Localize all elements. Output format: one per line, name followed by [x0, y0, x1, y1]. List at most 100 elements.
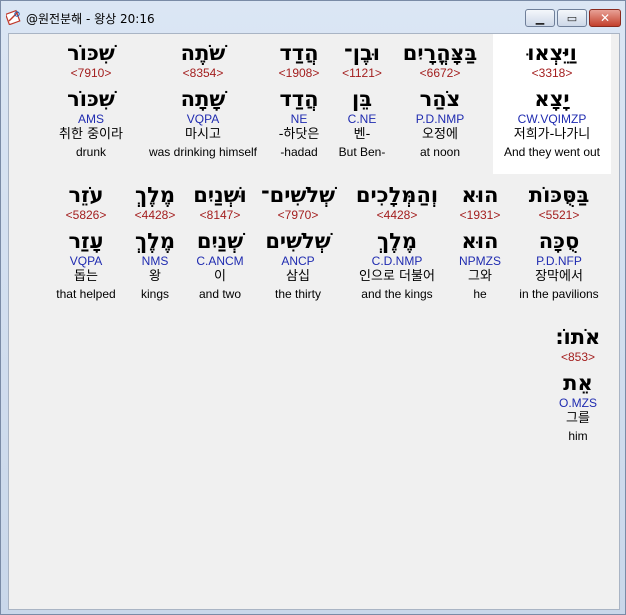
- word-column[interactable]: וְהַמְּלָכִים <4428> מֶלֶךְ C.D.NMP 인으로 …: [347, 182, 447, 302]
- hebrew-surface: וּשְׁנַיִם: [193, 183, 247, 207]
- english-gloss: in the pavilions: [519, 287, 599, 301]
- parse-code: P.D.NMP: [415, 112, 465, 126]
- korean-gloss: 왕: [149, 269, 161, 284]
- hebrew-lemma: מֶלֶךְ: [376, 229, 418, 253]
- korean-gloss: 오정에: [422, 127, 458, 142]
- word-column[interactable]: אֹתוֹ׃ <853> אֵת O.MZS 그를 him: [547, 324, 609, 444]
- parse-code: CW.VQIMZP: [517, 112, 587, 126]
- english-gloss: -hadad: [280, 145, 318, 159]
- parse-code: O.MZS: [559, 396, 597, 410]
- korean-gloss: -하닷은: [278, 127, 320, 142]
- strong-number[interactable]: <7910>: [45, 66, 137, 86]
- korean-gloss: 이: [214, 269, 226, 284]
- english-gloss: But Ben-: [338, 145, 386, 159]
- hebrew-lemma: שְׁלֹשִׁים: [265, 229, 331, 253]
- parse-code: VQPA: [186, 112, 220, 126]
- word-column[interactable]: שֹׁתֶה <8354> שָׁתָה VQPA 마시고 was drinki…: [141, 40, 265, 160]
- strong-number[interactable]: <4428>: [347, 208, 447, 228]
- close-icon: ✕: [599, 11, 611, 25]
- word-column[interactable]: שִׁכּוֹר <7910> שִׁכּוֹר AMS 취한 중이라 drun…: [45, 40, 137, 160]
- english-gloss: him: [568, 429, 588, 443]
- korean-gloss: 인으로 더불어: [359, 269, 435, 284]
- strong-number[interactable]: <1121>: [333, 66, 391, 86]
- hebrew-surface: שֹׁתֶה: [180, 41, 226, 65]
- korean-gloss: 삼십: [286, 269, 310, 284]
- strong-number[interactable]: <8147>: [187, 208, 253, 228]
- english-gloss: And they went out: [503, 145, 601, 159]
- minimize-button[interactable]: ▁: [525, 9, 555, 27]
- hebrew-surface: הוּא: [461, 183, 499, 207]
- word-column[interactable]: הֲדַד <1908> הֲדַד NE -하닷은 -hadad: [267, 40, 331, 160]
- korean-gloss: 벤-: [353, 127, 371, 142]
- strong-number[interactable]: <8354>: [141, 66, 265, 86]
- hebrew-lemma: יָצָא: [534, 87, 570, 111]
- parse-code: NMS: [141, 254, 169, 268]
- close-button[interactable]: ✕: [589, 9, 621, 27]
- hebrew-lemma: מֶלֶךְ: [134, 229, 176, 253]
- hebrew-surface: עֹזֵר: [68, 183, 104, 207]
- english-gloss: that helped: [56, 287, 116, 301]
- strong-number[interactable]: <4428>: [125, 208, 185, 228]
- parse-code: AMS: [77, 112, 104, 126]
- minimize-icon: ▁: [535, 11, 545, 25]
- strong-number[interactable]: <3318>: [493, 66, 611, 86]
- parse-code: ANCP: [281, 254, 315, 268]
- hebrew-surface: בַּסֻּכּוֹת: [528, 183, 590, 207]
- word-column[interactable]: וּשְׁנַיִם <8147> שְׁנַיִם C.ANCM 이 and …: [187, 182, 253, 302]
- strong-number[interactable]: <7970>: [257, 208, 339, 228]
- hebrew-lemma: אֵת: [563, 371, 593, 395]
- english-gloss: drunk: [75, 145, 107, 159]
- app-window: @원전분해 - 왕상 20:16 ▁ ▭ ✕ וַיֵּצְאוּ <3318>…: [0, 0, 626, 615]
- word-column[interactable]: הוּא <1931> הוּא NPMZS 그와 he: [449, 182, 511, 302]
- hebrew-lemma: שָׁתָה: [180, 87, 226, 111]
- strong-number[interactable]: <1931>: [449, 208, 511, 228]
- english-gloss: and the kings: [361, 287, 433, 301]
- parse-code: NE: [290, 112, 308, 126]
- word-column[interactable]: וּבֶן־ <1121> בֵּן C.NE 벤- But Ben-: [333, 40, 391, 160]
- english-gloss: and two: [198, 287, 242, 301]
- parse-code: P.D.NFP: [536, 254, 582, 268]
- english-gloss: kings: [140, 287, 169, 301]
- korean-gloss: 그와: [468, 269, 492, 284]
- window-title: @원전분해 - 왕상 20:16: [26, 12, 155, 26]
- korean-gloss: 저희가-나가니: [513, 127, 591, 142]
- english-gloss: was drinking himself: [148, 145, 258, 159]
- hebrew-lemma: סֻכָּה: [538, 229, 580, 253]
- korean-gloss: 마시고: [185, 127, 221, 142]
- strong-number[interactable]: <1908>: [267, 66, 331, 86]
- hebrew-lemma: עָזַר: [68, 229, 104, 253]
- word-column[interactable]: מֶלֶךְ <4428> מֶלֶךְ NMS 왕 kings: [125, 182, 185, 302]
- title-bar[interactable]: @원전분해 - 왕상 20:16 ▁ ▭ ✕: [1, 1, 625, 33]
- word-column[interactable]: בַּסֻּכּוֹת <5521> סֻכָּה P.D.NFP 장막에서 i…: [511, 182, 607, 302]
- word-column[interactable]: שְׁלֹשִׁים־ <7970> שְׁלֹשִׁים ANCP 삼십 th…: [257, 182, 339, 302]
- hebrew-lemma: שִׁכּוֹר: [67, 87, 115, 111]
- parse-code: C.NE: [347, 112, 377, 126]
- korean-gloss: 그를: [566, 411, 590, 426]
- korean-gloss: 돕는: [74, 269, 98, 284]
- strong-number[interactable]: <5826>: [49, 208, 123, 228]
- hebrew-surface: שְׁלֹשִׁים־: [260, 183, 336, 207]
- english-gloss: at noon: [419, 145, 461, 159]
- compass-book-icon: [6, 9, 21, 25]
- hebrew-surface: וּבֶן־: [344, 41, 380, 65]
- korean-gloss: 장막에서: [535, 269, 583, 284]
- word-column[interactable]: עֹזֵר <5826> עָזַר VQPA 돕는 that helped: [49, 182, 123, 302]
- hebrew-lemma: צֹהַר: [419, 87, 461, 111]
- hebrew-surface: שִׁכּוֹר: [67, 41, 115, 65]
- korean-gloss: 취한 중이라: [59, 127, 123, 142]
- maximize-button[interactable]: ▭: [557, 9, 587, 27]
- parse-code: NPMZS: [459, 254, 501, 268]
- strong-number[interactable]: <6672>: [397, 66, 483, 86]
- word-column[interactable]: וַיֵּצְאוּ <3318> יָצָא CW.VQIMZP 저희가-나가…: [493, 34, 611, 174]
- english-gloss: he: [473, 287, 487, 301]
- english-gloss: the thirty: [274, 287, 322, 301]
- word-column[interactable]: בַּצָּהֳרָיִם <6672> צֹהַר P.D.NMP 오정에 a…: [397, 40, 483, 160]
- hebrew-surface: וַיֵּצְאוּ: [527, 41, 577, 65]
- hebrew-lemma: בֵּן: [351, 87, 372, 111]
- parse-code: C.ANCM: [196, 254, 244, 268]
- hebrew-surface: אֹתוֹ׃: [555, 325, 601, 349]
- strong-number[interactable]: <853>: [547, 350, 609, 370]
- strong-number[interactable]: <5521>: [511, 208, 607, 228]
- hebrew-surface: בַּצָּהֳרָיִם: [402, 41, 478, 65]
- hebrew-lemma: הֲדַד: [279, 87, 319, 111]
